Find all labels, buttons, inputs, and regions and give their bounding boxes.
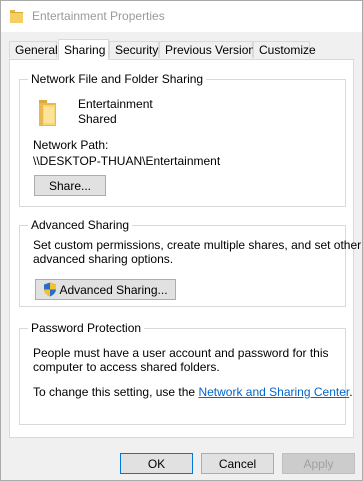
title-bar[interactable]: Entertainment Properties (1, 1, 362, 32)
folder-name: Entertainment (78, 97, 153, 111)
change-setting-text: To change this setting, use the Network … (33, 385, 353, 400)
ok-button[interactable]: OK (120, 453, 193, 474)
window-title: Entertainment Properties (32, 9, 165, 23)
network-path-value: \\DESKTOP-THUAN\Entertainment (33, 154, 221, 168)
password-protection-title: Password Protection (28, 321, 145, 335)
folder-icon (39, 100, 56, 126)
tab-previous-versions[interactable]: Previous Versions (159, 41, 261, 58)
network-sharing-group: Network File and Folder Sharing Entertai… (19, 72, 346, 207)
network-sharing-center-link[interactable]: Network and Sharing Center (198, 385, 349, 399)
password-protection-description-line1: People must have a user account and pass… (33, 346, 329, 360)
uac-shield-icon (44, 282, 57, 297)
folder-icon (10, 10, 23, 23)
network-path-label: Network Path: (33, 138, 109, 152)
tab-general[interactable]: General (9, 41, 58, 58)
tab-customize[interactable]: Customize (253, 41, 316, 58)
tab-security[interactable]: Security (109, 41, 159, 58)
change-setting-prefix: To change this setting, use the (33, 385, 199, 399)
password-protection-group: Password Protection People must have a u… (19, 321, 353, 425)
network-sharing-title: Network File and Folder Sharing (28, 72, 207, 86)
advanced-sharing-button[interactable]: Advanced Sharing... (35, 279, 176, 300)
advanced-sharing-button-label: Advanced Sharing... (59, 282, 168, 297)
change-setting-suffix: . (349, 385, 353, 399)
advanced-sharing-group: Advanced Sharing Set custom permissions,… (19, 218, 361, 307)
properties-dialog: Entertainment Properties General Sharing… (0, 0, 363, 481)
apply-button[interactable]: Apply (282, 453, 355, 474)
share-button[interactable]: Share... (34, 175, 106, 196)
password-protection-description-line2: computer to access shared folders. (33, 360, 220, 374)
folder-share-status: Shared (78, 112, 117, 126)
sharing-tab-panel: Network File and Folder Sharing Entertai… (9, 59, 361, 438)
cancel-button[interactable]: Cancel (201, 453, 274, 474)
tab-sharing[interactable]: Sharing (58, 39, 109, 60)
advanced-sharing-title: Advanced Sharing (28, 218, 133, 232)
advanced-sharing-description-line2: advanced sharing options. (33, 252, 174, 266)
advanced-sharing-description-line1: Set custom permissions, create multiple … (33, 238, 362, 252)
